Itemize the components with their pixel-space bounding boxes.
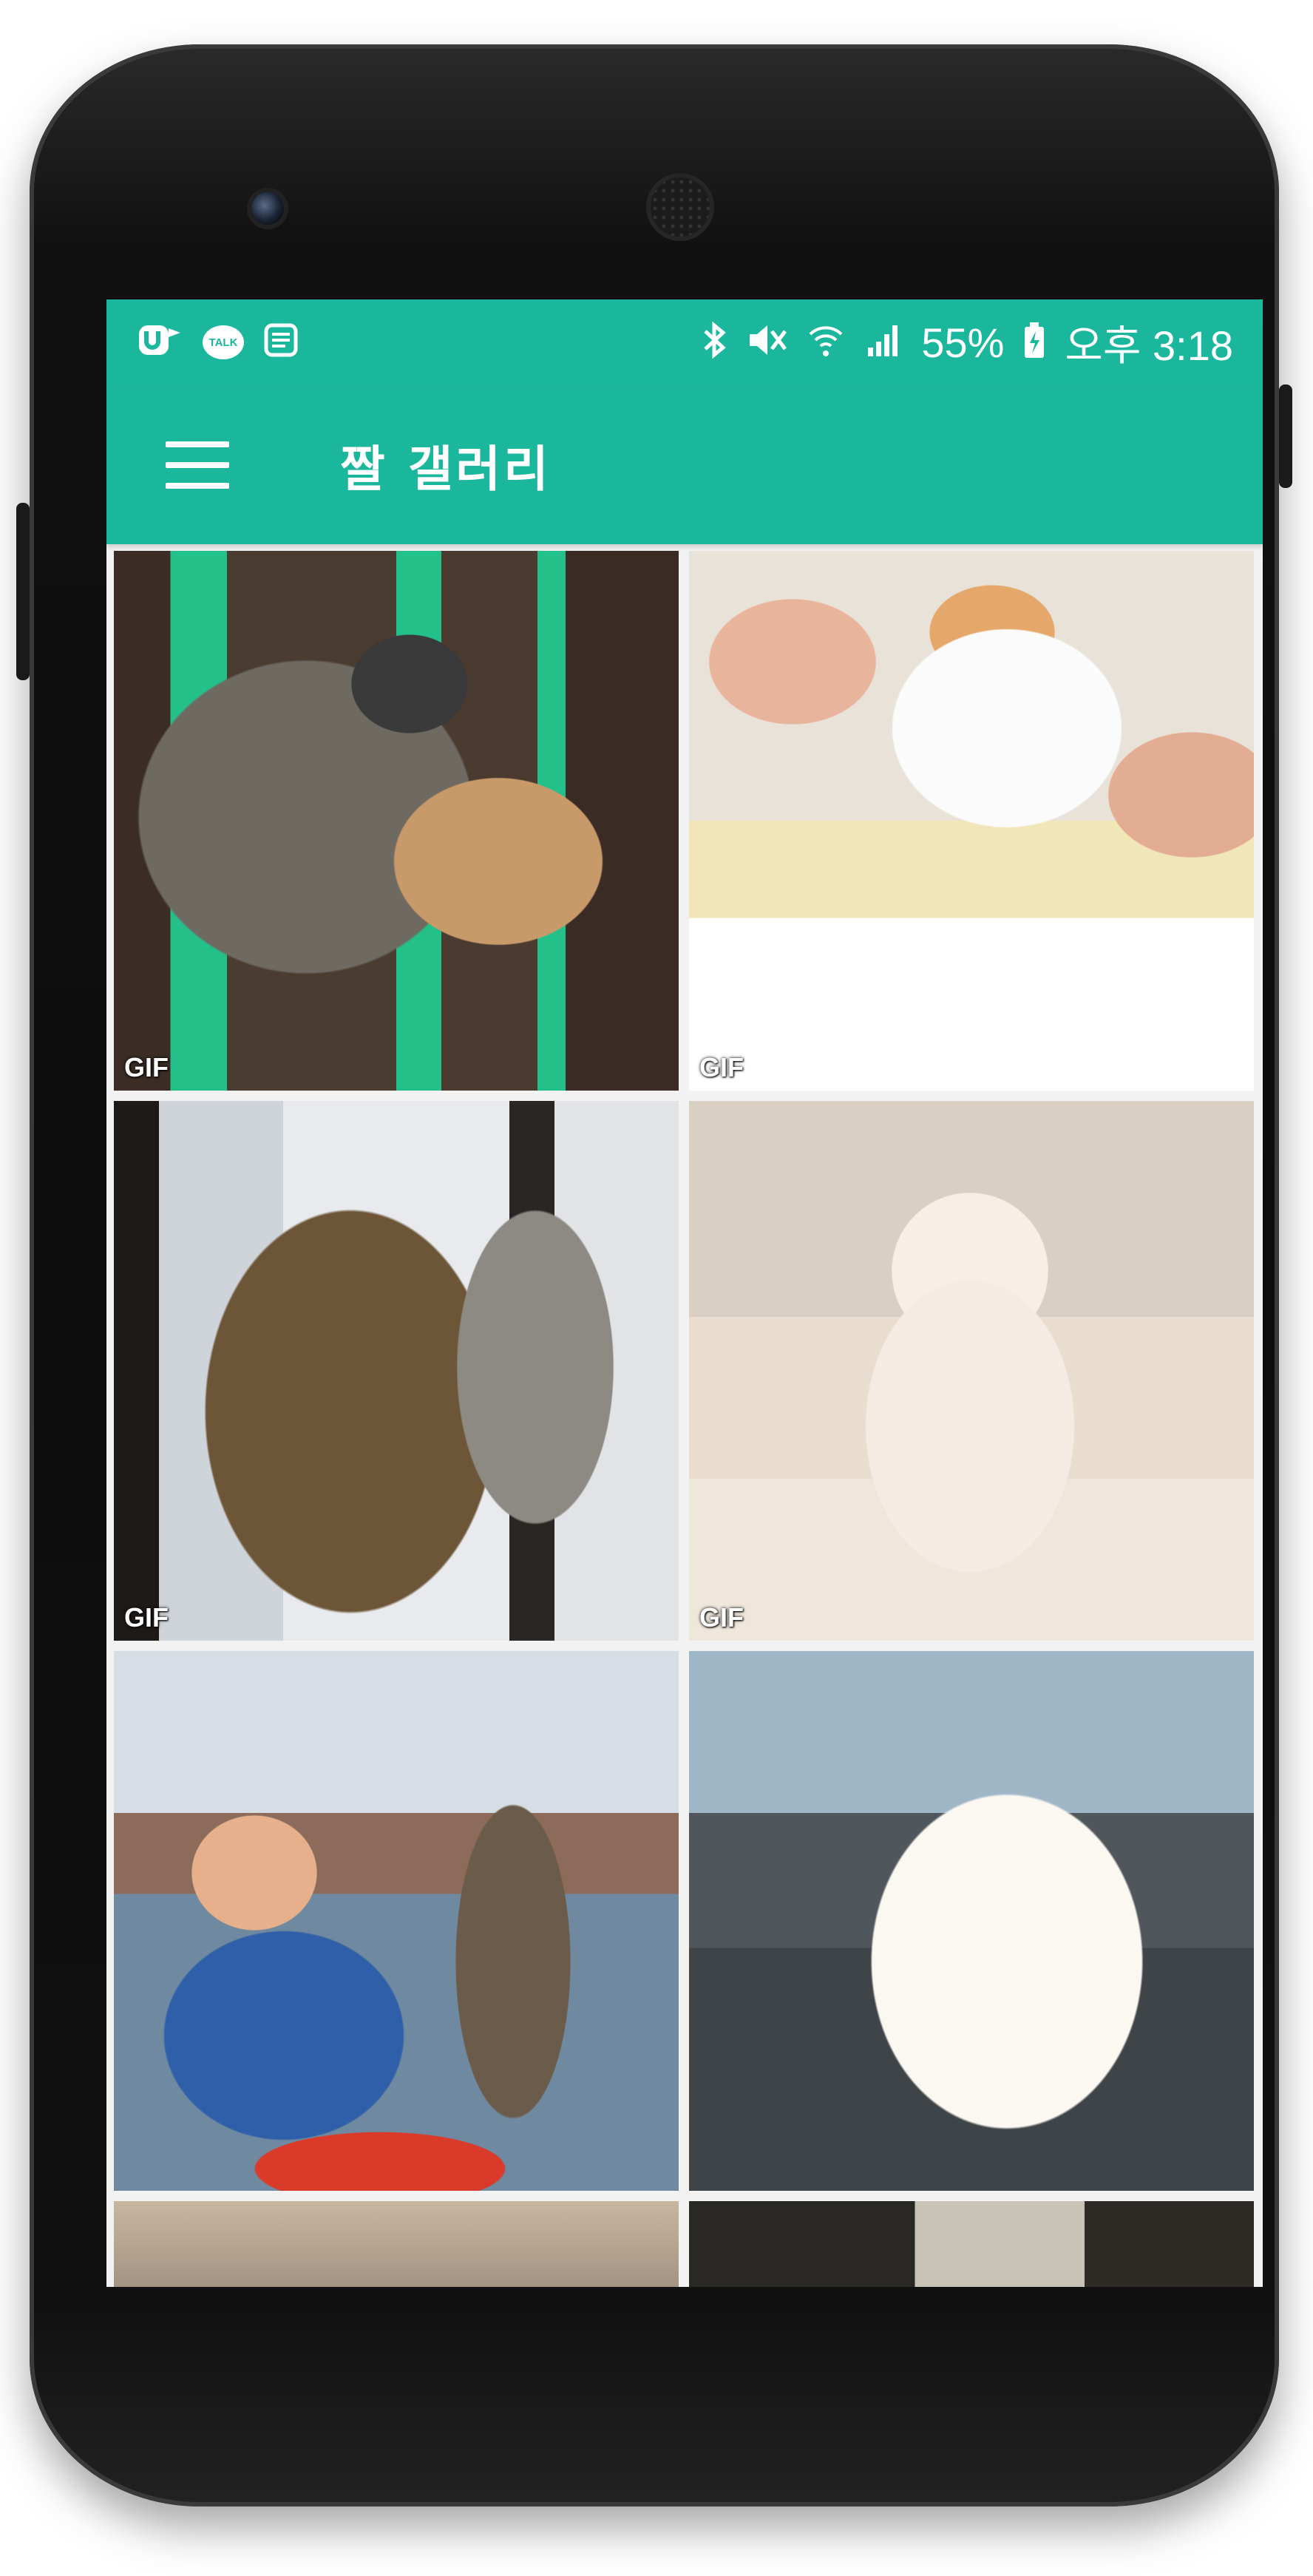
gallery-item-white-dog[interactable]: GIF	[689, 1101, 1254, 1641]
message-icon	[263, 322, 299, 363]
earpiece-speaker	[651, 177, 710, 237]
kakaotalk-icon: TALK	[203, 325, 244, 359]
gif-badge: GIF	[124, 1052, 169, 1082]
wifi-icon	[807, 321, 844, 365]
gallery-item-raccoon-cat[interactable]: GIF	[114, 551, 679, 1091]
hamburger-menu-icon[interactable]	[166, 441, 229, 489]
signal-icon	[864, 321, 902, 365]
status-bar: TALK 55% 오후 3:18	[106, 299, 1263, 385]
app-bar: 짤 갤러리	[106, 385, 1263, 544]
front-camera	[251, 192, 284, 225]
gallery-item-two-cats[interactable]: GIF	[114, 1101, 679, 1641]
power-button	[1279, 384, 1292, 488]
gif-badge: GIF	[699, 1052, 744, 1082]
gif-badge: GIF	[124, 1602, 169, 1633]
gallery-item-alpaca[interactable]	[689, 1651, 1254, 2191]
gallery-grid: GIF GIF GIF GIF	[114, 551, 1255, 2287]
battery-charging-icon	[1023, 321, 1045, 365]
gif-badge: GIF	[699, 1602, 744, 1633]
screen: TALK 55% 오후 3:18 짤 갤러리 GIF GIF GIF GIF	[106, 299, 1263, 2287]
clock: 오후 3:18	[1065, 322, 1233, 369]
gallery-item-partial[interactable]	[689, 2201, 1254, 2287]
gallery-item-cat-cheeks[interactable]: GIF	[689, 551, 1254, 1091]
ustore-icon	[136, 321, 183, 365]
battery-percent: 55%	[921, 319, 1005, 366]
bluetooth-icon	[702, 321, 727, 365]
gallery-item-sea-lion-snorkel[interactable]	[114, 1651, 679, 2191]
app-title: 짤 갤러리	[340, 440, 552, 498]
phone-frame: TALK 55% 오후 3:18 짤 갤러리 GIF GIF GIF GIF	[16, 44, 1292, 2506]
gallery-item-partial[interactable]	[114, 2201, 679, 2287]
volume-button	[16, 503, 30, 680]
mute-icon	[747, 321, 788, 365]
